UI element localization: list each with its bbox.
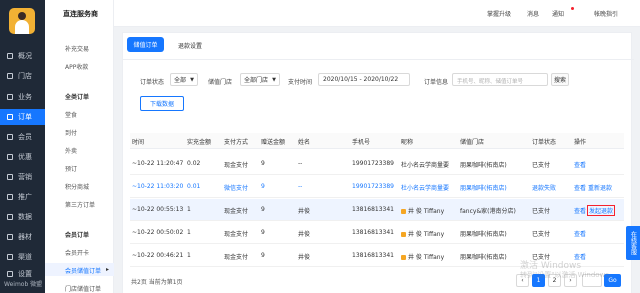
subnav-app-payment[interactable]: APP收款 — [65, 62, 88, 71]
col-store: 储值门店 — [460, 139, 485, 146]
notification-dot — [571, 7, 574, 10]
view-link[interactable]: 查看 — [574, 229, 586, 238]
col-amount: 实充金额 — [187, 139, 212, 146]
table-row: ~10-22 00:50:02 1 现金支付 9 井俊 13816813341 … — [130, 222, 624, 244]
retry-refund-link[interactable]: 重新退款 — [588, 183, 612, 192]
brand-logo: Weimob 微盟 — [4, 281, 43, 288]
subnav-member-card[interactable]: 会员开卡 — [65, 248, 89, 257]
col-phone: 手机号 — [352, 139, 371, 146]
tab-stored-orders[interactable]: 储值订单 — [127, 37, 164, 52]
table-row: ~10-22 00:55:13 1 现金支付 9 井俊 13816813341 … — [130, 199, 624, 221]
table-header: 时间 实充金额 支付方式 赠送金额 姓名 手机号 昵称 储值门店 订单状态 操作 — [130, 133, 624, 149]
pay-time-label: 支付时间 — [288, 79, 313, 86]
subnav-cod[interactable]: 到付 — [65, 128, 77, 137]
avatar — [401, 232, 406, 237]
store-avatar[interactable] — [9, 8, 35, 34]
col-pay-method: 支付方式 — [224, 139, 249, 146]
subnav-points-mall[interactable]: 积分商城 — [65, 182, 89, 191]
nav-orders[interactable]: 订单 — [0, 109, 45, 125]
online-support-button[interactable]: 在线客服 — [626, 226, 640, 260]
subnav-dine-in[interactable]: 堂食 — [65, 110, 77, 119]
windows-watermark-sub: 转到"设置"以激活 Windows。 — [520, 271, 616, 279]
nav-store[interactable]: 门店 — [0, 68, 45, 84]
search-button[interactable]: 搜索 — [551, 73, 569, 86]
settings-icon — [7, 271, 13, 277]
order-status-select[interactable]: 全部 ▼ — [170, 73, 198, 86]
tab-divider — [122, 59, 634, 60]
subnav-group-all-orders: 全类订单 — [65, 94, 90, 101]
download-button[interactable]: 下载数据 — [140, 96, 184, 111]
col-name: 姓名 — [298, 139, 311, 146]
nav-marketing[interactable]: 营销 — [0, 169, 45, 185]
col-actions: 操作 — [574, 139, 587, 146]
table-row: ~10-22 11:03:20 0.01 微信支付 9 -- 199017233… — [130, 176, 624, 198]
notices-link[interactable]: 通知 — [552, 9, 564, 18]
subnav-takeout[interactable]: 外卖 — [65, 146, 77, 155]
caret-right-icon: ▸ — [106, 266, 110, 273]
col-gift: 赠送金额 — [261, 139, 286, 146]
subnav-store-stored-orders[interactable]: 门店储值订单 — [65, 284, 101, 293]
order-info-label: 订单信息 — [424, 79, 449, 86]
search-input[interactable]: 手机号、昵称、储值订单号 — [452, 73, 548, 86]
order-status-label: 订单状态 — [140, 79, 165, 86]
coupon-icon — [7, 154, 13, 160]
nav-promotion[interactable]: 推广 — [0, 189, 45, 205]
subnav-member-stored-orders[interactable]: 会员储值订单 — [65, 266, 101, 275]
main-nav-rail: 概况 门店 业务 订单 会员 优惠 营销 推广 数据 器材 渠道 设置 Weim… — [0, 0, 45, 293]
overview-icon — [7, 53, 13, 59]
orders-icon — [7, 114, 13, 120]
tab-refund-settings[interactable]: 退款设置 — [178, 41, 202, 50]
caret-down-icon: ▼ — [272, 77, 276, 83]
avatar — [401, 209, 406, 214]
promotion-icon — [7, 194, 13, 200]
business-icon — [7, 94, 13, 100]
subnav-third-party[interactable]: 第三方订单 — [65, 200, 95, 209]
initiate-refund-link[interactable]: 发起退款 — [587, 205, 616, 216]
marketing-icon — [7, 174, 13, 180]
nav-data[interactable]: 数据 — [0, 209, 45, 225]
subnav-supplement-trade[interactable]: 补充交易 — [65, 44, 89, 53]
nav-coupons[interactable]: 优惠 — [0, 149, 45, 165]
shop-name: 直连服务商 — [63, 10, 98, 18]
upgrade-link[interactable]: 掌握升级 — [487, 9, 511, 18]
data-icon — [7, 214, 13, 220]
channel-icon — [7, 254, 13, 260]
subnav-reservation[interactable]: 预订 — [65, 164, 77, 173]
guide-link[interactable]: 帐晚指引 — [594, 9, 618, 18]
store-icon — [7, 73, 13, 79]
subnav-group-member-orders: 会员订单 — [65, 232, 90, 239]
nav-member[interactable]: 会员 — [0, 129, 45, 145]
nav-business[interactable]: 业务 — [0, 89, 45, 105]
member-icon — [7, 134, 13, 140]
col-status: 订单状态 — [532, 139, 557, 146]
equipment-icon — [7, 234, 13, 240]
pagination-summary: 共2页 当前为第1页 — [131, 279, 183, 286]
nav-equipment[interactable]: 器材 — [0, 229, 45, 245]
avatar — [401, 255, 406, 260]
app-root: 概况 门店 业务 订单 会员 优惠 营销 推广 数据 器材 渠道 设置 Weim… — [0, 0, 640, 293]
nav-channel[interactable]: 渠道 — [0, 249, 45, 265]
messages-link[interactable]: 消息 — [527, 9, 539, 18]
caret-down-icon: ▼ — [190, 77, 194, 83]
col-time: 时间 — [132, 139, 145, 146]
view-link[interactable]: 查看 — [574, 206, 586, 215]
view-link[interactable]: 查看 — [574, 183, 586, 192]
table-row: ~10-22 11:20:47 0.02 现金支付 9 -- 199017233… — [130, 153, 624, 175]
date-range-picker[interactable]: 2020/10/15 - 2020/10/22 — [318, 73, 410, 86]
store-select[interactable]: 全部门店 ▼ — [240, 73, 280, 86]
store-label: 储值门店 — [208, 79, 233, 86]
nav-overview[interactable]: 概况 — [0, 48, 45, 64]
view-link[interactable]: 查看 — [574, 160, 586, 169]
col-nickname: 昵称 — [401, 139, 414, 146]
